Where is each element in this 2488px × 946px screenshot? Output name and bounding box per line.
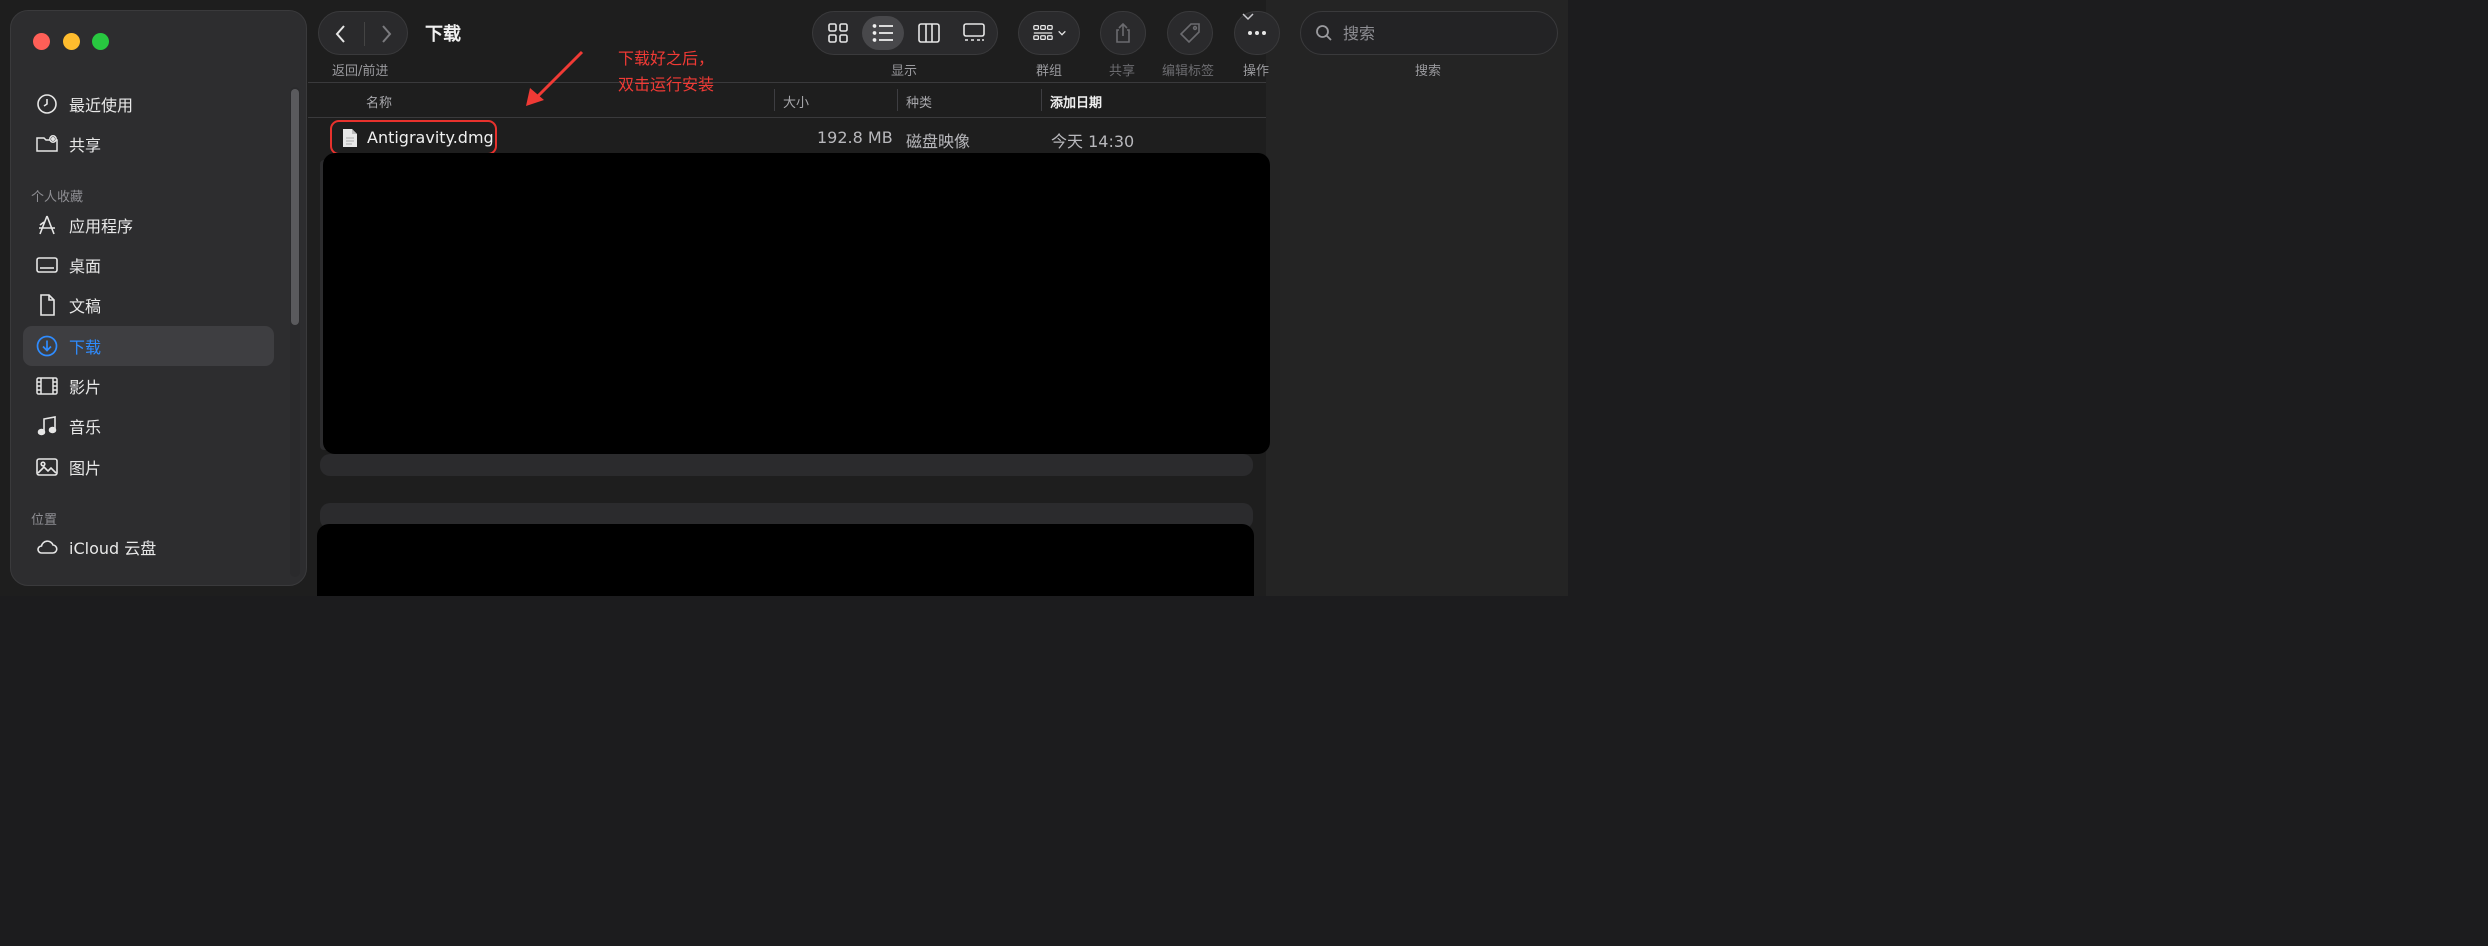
sort-chevron-down-icon[interactable] bbox=[1242, 12, 1254, 22]
sidebar-item-documents[interactable]: 文稿 bbox=[23, 285, 274, 325]
chevron-right-icon bbox=[382, 25, 392, 43]
grid-icon bbox=[828, 23, 848, 43]
close-window-button[interactable] bbox=[33, 33, 50, 50]
forward-button[interactable] bbox=[364, 12, 408, 56]
applications-icon bbox=[35, 213, 59, 237]
view-mode-control bbox=[812, 11, 998, 55]
search-input[interactable] bbox=[1343, 23, 1533, 43]
sidebar-item-label: iCloud 云盘 bbox=[69, 539, 157, 558]
back-forward-label: 返回/前进 bbox=[332, 64, 389, 79]
sidebar-item-icloud[interactable]: iCloud 云盘 bbox=[23, 527, 274, 567]
sidebar-item-pictures[interactable]: 图片 bbox=[23, 447, 274, 487]
column-header-name[interactable]: 名称 bbox=[366, 92, 392, 111]
sidebar-item-label: 音乐 bbox=[69, 418, 102, 437]
back-forward-control bbox=[318, 11, 408, 55]
list-icon bbox=[872, 24, 893, 42]
file-kind: 磁盘映像 bbox=[906, 132, 971, 151]
zoom-window-button[interactable] bbox=[92, 33, 109, 50]
annotation-arrow-icon bbox=[526, 50, 584, 106]
search-field[interactable] bbox=[1300, 11, 1558, 55]
chevron-down-icon bbox=[1057, 30, 1066, 36]
list-header: 名称 大小 种类 添加日期 bbox=[308, 82, 1266, 118]
sidebar-scrollbar[interactable] bbox=[291, 89, 299, 325]
column-header-kind[interactable]: 种类 bbox=[906, 92, 932, 111]
column-separator[interactable] bbox=[897, 89, 898, 111]
back-button[interactable] bbox=[319, 12, 363, 56]
sidebar-item-label: 图片 bbox=[69, 459, 102, 478]
icon-view-button[interactable] bbox=[817, 16, 859, 50]
columns-icon bbox=[918, 23, 940, 43]
sidebar-item-label: 影片 bbox=[69, 378, 102, 397]
sidebar-item-label: 桌面 bbox=[69, 257, 102, 276]
favorites-header: 个人收藏 bbox=[31, 190, 84, 205]
file-name: Antigravity.dmg bbox=[367, 128, 494, 147]
annotation-text: 下载好之后， 双击运行安装 bbox=[618, 49, 715, 94]
sidebar-item-shared[interactable]: 共享 bbox=[23, 124, 274, 164]
ellipsis-icon bbox=[1248, 31, 1266, 35]
sidebar-item-label: 最近使用 bbox=[69, 96, 134, 115]
chevron-left-icon bbox=[335, 25, 345, 43]
share-label: 共享 bbox=[1109, 64, 1136, 79]
sidebar-item-label: 共享 bbox=[69, 136, 102, 155]
search-icon bbox=[1316, 25, 1332, 41]
gallery-icon bbox=[963, 23, 985, 41]
list-view-button[interactable] bbox=[862, 16, 904, 50]
column-header-size[interactable]: 大小 bbox=[783, 92, 809, 111]
download-icon bbox=[35, 334, 59, 358]
tag-icon bbox=[1179, 23, 1200, 44]
file-icon bbox=[343, 129, 357, 147]
edit-tags-label: 编辑标签 bbox=[1162, 64, 1215, 79]
minimize-window-button[interactable] bbox=[63, 33, 80, 50]
redacted-area bbox=[323, 153, 1270, 454]
sidebar-item-recents[interactable]: 最近使用 bbox=[23, 84, 274, 124]
column-view-button[interactable] bbox=[908, 16, 950, 50]
action-button[interactable] bbox=[1234, 11, 1280, 55]
cloud-icon bbox=[35, 535, 59, 559]
window-title: 下载 bbox=[425, 24, 461, 45]
finder-window: 最近使用 共享 个人收藏 应用程序 桌面 文稿 下载 影片 音乐 图片 位置 i… bbox=[0, 0, 1568, 596]
edit-tags-button[interactable] bbox=[1167, 11, 1213, 55]
group-button[interactable] bbox=[1018, 11, 1080, 55]
share-button[interactable] bbox=[1100, 11, 1146, 55]
file-date-added: 今天 14:30 bbox=[1051, 132, 1135, 151]
column-separator[interactable] bbox=[774, 89, 775, 111]
right-pane bbox=[1266, 0, 1568, 596]
locations-header: 位置 bbox=[31, 513, 58, 528]
sidebar: 最近使用 共享 个人收藏 应用程序 桌面 文稿 下载 影片 音乐 图片 位置 i… bbox=[10, 10, 307, 586]
sidebar-item-applications[interactable]: 应用程序 bbox=[23, 205, 274, 245]
clock-icon bbox=[35, 92, 59, 116]
sidebar-item-label: 下载 bbox=[69, 338, 102, 357]
table-row[interactable]: Antigravity.dmg 192.8 MB 磁盘映像 今天 14:30 bbox=[322, 120, 1266, 155]
sidebar-item-label: 文稿 bbox=[69, 297, 102, 316]
search-label: 搜索 bbox=[1415, 64, 1442, 79]
row-stripe bbox=[320, 454, 1253, 476]
share-icon bbox=[1116, 22, 1130, 43]
sidebar-item-downloads[interactable]: 下载 bbox=[23, 326, 274, 366]
desktop-icon bbox=[35, 253, 59, 277]
sidebar-item-movies[interactable]: 影片 bbox=[23, 366, 274, 406]
group-grid-icon bbox=[1032, 25, 1053, 41]
document-icon bbox=[35, 293, 59, 317]
music-icon bbox=[35, 414, 59, 438]
redacted-area bbox=[317, 524, 1254, 596]
sidebar-item-music[interactable]: 音乐 bbox=[23, 406, 274, 446]
action-label: 操作 bbox=[1243, 64, 1270, 79]
sidebar-item-label: 应用程序 bbox=[69, 217, 134, 236]
view-label: 显示 bbox=[891, 64, 918, 79]
photo-icon bbox=[35, 455, 59, 479]
column-separator[interactable] bbox=[1041, 89, 1042, 111]
film-icon bbox=[35, 374, 59, 398]
gallery-view-button[interactable] bbox=[953, 16, 995, 50]
sidebar-item-desktop[interactable]: 桌面 bbox=[23, 245, 274, 285]
column-header-date-added[interactable]: 添加日期 bbox=[1050, 92, 1102, 111]
shared-folder-icon bbox=[35, 132, 59, 156]
group-label: 群组 bbox=[1036, 64, 1063, 79]
file-size: 192.8 MB bbox=[817, 128, 893, 147]
